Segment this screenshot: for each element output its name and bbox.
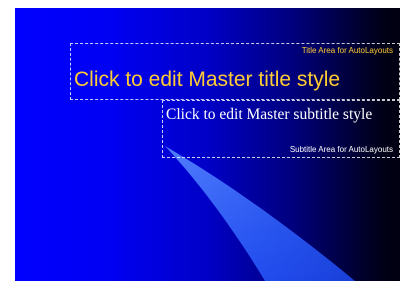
subtitle-area-caption: Subtitle Area for AutoLayouts <box>289 145 393 154</box>
master-subtitle-text[interactable]: Click to edit Master subtitle style <box>166 107 372 123</box>
slide-master-canvas[interactable]: Title Area for AutoLayouts Click to edit… <box>15 8 400 281</box>
title-placeholder[interactable]: Title Area for AutoLayouts Click to edit… <box>70 43 400 100</box>
master-title-text[interactable]: Click to edit Master title style <box>74 69 340 90</box>
swoosh-shape <box>165 146 355 281</box>
title-area-caption: Title Area for AutoLayouts <box>301 46 393 55</box>
subtitle-placeholder[interactable]: Click to edit Master subtitle style Subt… <box>162 100 400 158</box>
